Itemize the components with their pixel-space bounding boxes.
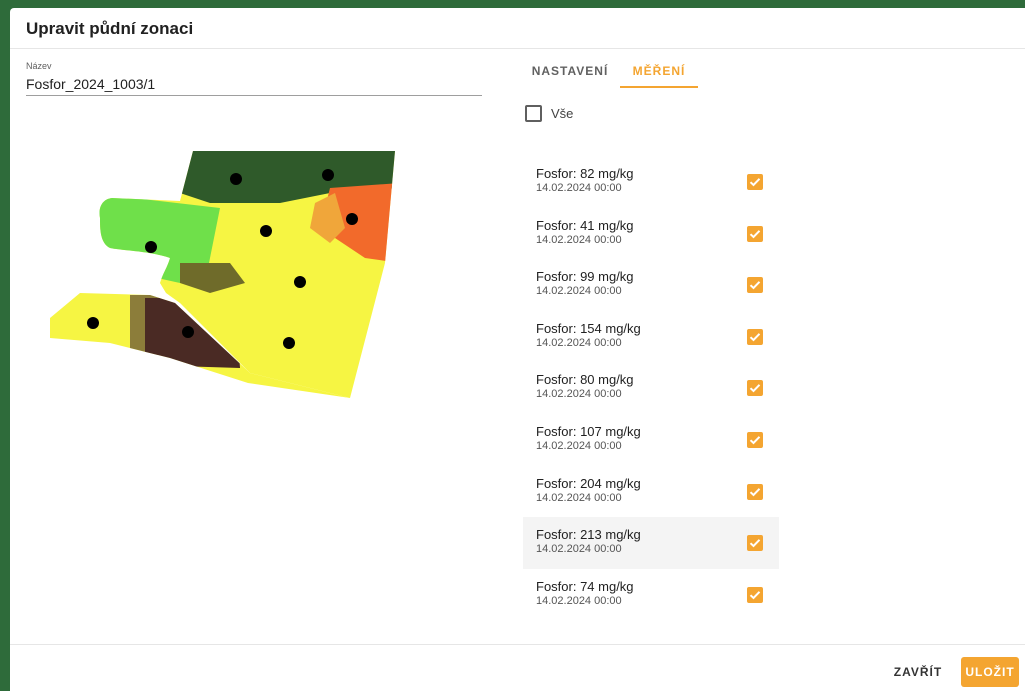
list-item[interactable]: Fosfor: 82 mg/kg 14.02.2024 00:00: [523, 156, 779, 208]
checkbox-checked-icon[interactable]: [747, 483, 763, 500]
list-item[interactable]: Fosfor: 41 mg/kg 14.02.2024 00:00: [523, 208, 779, 260]
measurement-point[interactable]: [346, 213, 358, 225]
measurement-date: 14.02.2024 00:00: [536, 285, 622, 298]
list-item[interactable]: Fosfor: 80 mg/kg 14.02.2024 00:00: [523, 362, 779, 414]
checkbox-checked-icon[interactable]: [747, 535, 763, 552]
list-item[interactable]: Fosfor: 213 mg/kg 14.02.2024 00:00: [523, 517, 779, 569]
measurement-list: Fosfor: 82 mg/kg 14.02.2024 00:00 Fosfor…: [523, 156, 779, 620]
select-all-label: Vše: [551, 106, 574, 121]
measurement-point[interactable]: [283, 337, 295, 349]
checkbox-checked-icon[interactable]: [747, 277, 763, 294]
edit-soil-zoning-dialog: Upravit půdní zonaci Název Fosfor_2024_1…: [10, 8, 1025, 691]
measurement-point[interactable]: [87, 317, 99, 329]
checkbox-checked-icon[interactable]: [747, 586, 763, 603]
measurement-title: Fosfor: 154 mg/kg: [536, 320, 641, 336]
name-input[interactable]: [26, 73, 482, 96]
footer-divider: [10, 644, 1025, 645]
list-item[interactable]: Fosfor: 107 mg/kg 14.02.2024 00:00: [523, 414, 779, 466]
measurement-point[interactable]: [230, 173, 242, 185]
measurement-title: Fosfor: 41 mg/kg: [536, 217, 634, 233]
measurement-date: 14.02.2024 00:00: [536, 543, 622, 556]
measurement-title: Fosfor: 107 mg/kg: [536, 423, 641, 439]
measurement-date: 14.02.2024 00:00: [536, 388, 622, 401]
measurement-title: Fosfor: 80 mg/kg: [536, 372, 634, 388]
measurement-point[interactable]: [322, 169, 334, 181]
title-divider: [10, 48, 1025, 49]
list-item[interactable]: Fosfor: 99 mg/kg 14.02.2024 00:00: [523, 259, 779, 311]
checkbox-checked-icon[interactable]: [747, 174, 763, 190]
checkbox-checked-icon[interactable]: [747, 225, 763, 242]
checkbox-checked-icon[interactable]: [747, 380, 763, 397]
save-button[interactable]: ULOŽIT: [961, 657, 1019, 687]
measurement-date: 14.02.2024 00:00: [536, 439, 622, 452]
measurement-title: Fosfor: 204 mg/kg: [536, 475, 641, 491]
checkbox-checked-icon[interactable]: [747, 431, 763, 448]
measurement-date: 14.02.2024 00:00: [536, 233, 622, 246]
close-button[interactable]: ZAVŘÍT: [883, 657, 953, 687]
name-field-label: Název: [26, 61, 52, 71]
list-item[interactable]: Fosfor: 74 mg/kg 14.02.2024 00:00: [523, 569, 779, 621]
measurement-title: Fosfor: 99 mg/kg: [536, 269, 634, 285]
measurement-date: 14.02.2024 00:00: [536, 336, 622, 349]
measurement-title: Fosfor: 82 mg/kg: [536, 166, 634, 181]
dialog-title: Upravit půdní zonaci: [26, 19, 194, 38]
list-item[interactable]: Fosfor: 154 mg/kg 14.02.2024 00:00: [523, 311, 779, 363]
measurement-point[interactable]: [294, 276, 306, 288]
measurement-date: 14.02.2024 00:00: [536, 594, 622, 607]
field-top-zones: [99, 151, 395, 398]
measurement-date: 14.02.2024 00:00: [536, 182, 622, 194]
measurement-point[interactable]: [260, 225, 272, 237]
soil-zone-map: [50, 151, 395, 398]
measurement-title: Fosfor: 74 mg/kg: [536, 578, 634, 594]
list-item[interactable]: Fosfor: 204 mg/kg 14.02.2024 00:00: [523, 466, 779, 518]
checkbox-checked-icon[interactable]: [747, 328, 763, 345]
measurement-title: Fosfor: 213 mg/kg: [536, 527, 641, 543]
measurement-point[interactable]: [182, 326, 194, 338]
tab-measurements[interactable]: MĚŘENÍ: [620, 58, 698, 88]
tab-settings[interactable]: NASTAVENÍ: [522, 58, 618, 86]
checkbox-empty-icon[interactable]: [525, 105, 542, 122]
measurement-point[interactable]: [145, 241, 157, 253]
measurement-date: 14.02.2024 00:00: [536, 491, 622, 504]
